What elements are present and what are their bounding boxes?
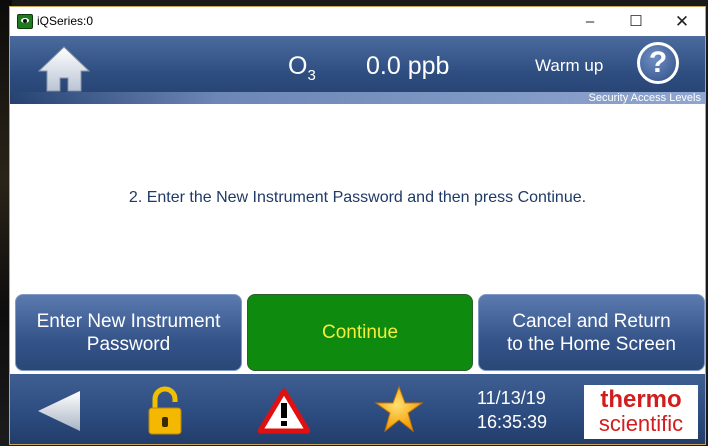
back-arrow-icon — [38, 391, 80, 431]
status-text: Warm up — [535, 56, 604, 75]
app-eye-icon — [17, 14, 33, 29]
help-icon: ? — [648, 46, 668, 79]
unlocked-padlock-icon — [148, 386, 182, 435]
gas-label: O3 — [288, 52, 316, 84]
time-display: 16:35:39 — [477, 412, 548, 432]
continue-label: Continue — [321, 322, 399, 343]
minimize-button[interactable]: – — [567, 7, 613, 36]
back-button[interactable] — [34, 388, 84, 434]
alarm-warning-icon — [257, 388, 311, 434]
title-bar: iQSeries:0 – ☐ ✕ — [10, 7, 705, 36]
date-display: 11/13/19 — [477, 388, 546, 408]
favorites-button[interactable] — [374, 385, 424, 435]
maximize-button[interactable]: ☐ — [613, 7, 659, 36]
footer-bar: 11/13/19 16:35:39 thermo scientific — [10, 374, 705, 444]
home-button[interactable] — [36, 44, 92, 94]
concentration-value: 0.0 ppb — [366, 52, 450, 80]
header-bar: O3 0.0 ppb Warm up ? Security Access Lev… — [10, 36, 705, 104]
enter-password-label-line2: Password — [86, 333, 171, 355]
continue-button[interactable]: Continue — [247, 294, 473, 371]
cancel-label-line2: to the Home Screen — [507, 333, 676, 355]
cancel-return-home-button[interactable]: Cancel and Return to the Home Screen — [478, 294, 705, 371]
app-window: iQSeries:0 – ☐ ✕ O3 0.0 ppb Warm up ? Se… — [9, 6, 706, 445]
home-icon — [37, 46, 91, 92]
security-access-label: Security Access Levels — [588, 92, 702, 104]
logo-scientific-text: scientific — [598, 411, 684, 436]
help-button[interactable]: ? — [637, 42, 679, 84]
thermo-scientific-logo: thermo scientific — [584, 385, 698, 439]
gas-subscript: 3 — [307, 67, 316, 84]
security-lock-button[interactable] — [145, 386, 185, 436]
close-button[interactable]: ✕ — [659, 7, 705, 36]
alarm-button[interactable] — [257, 388, 311, 434]
enter-password-button[interactable]: Enter New Instrument Password — [15, 294, 242, 371]
favorite-star-icon — [374, 385, 424, 433]
security-access-bar[interactable]: Security Access Levels — [10, 92, 705, 104]
window-title: iQSeries:0 — [37, 14, 94, 28]
cancel-label-line1: Cancel and Return — [512, 310, 671, 332]
enter-password-label-line1: Enter New Instrument — [36, 310, 221, 332]
logo-thermo-text: thermo — [600, 386, 682, 413]
main-content: 2. Enter the New Instrument Password and… — [10, 104, 705, 294]
instruction-text: 2. Enter the New Instrument Password and… — [128, 189, 587, 206]
